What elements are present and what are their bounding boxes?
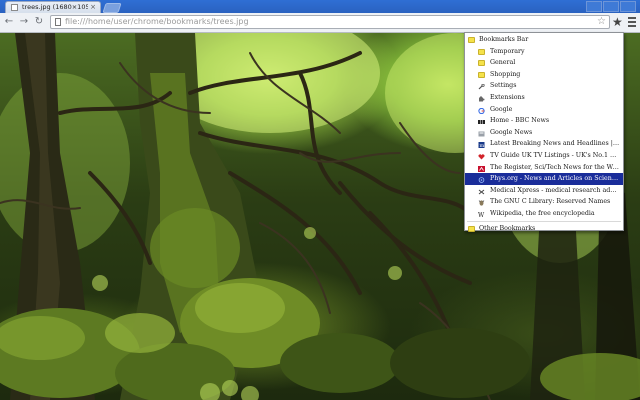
new-tab-button[interactable] <box>102 3 122 13</box>
bookmark-bbc-news[interactable]: Home - BBC News <box>465 115 623 127</box>
svg-text:m: m <box>480 143 485 148</box>
wikipedia-icon: W <box>478 211 485 219</box>
bookmark-google-news[interactable]: Google News <box>465 127 623 139</box>
tab-title: trees.jpg (1680×1050) <box>22 3 88 11</box>
reload-button[interactable]: ↻ <box>33 16 45 28</box>
bookmarks-menu: Bookmarks Bar Temporary General Shopping… <box>464 32 624 232</box>
bookmark-folder-general[interactable]: General <box>465 57 623 69</box>
page-favicon-icon <box>11 4 18 11</box>
folder-icon <box>478 60 485 67</box>
toolbar: ← → ↻ file:///home/user/chrome/bookmarks… <box>0 13 640 33</box>
phys-icon <box>478 176 485 183</box>
menu-icon[interactable] <box>628 17 636 27</box>
tab-strip: trees.jpg (1680×1050) × <box>0 0 640 13</box>
bbc-icon <box>478 118 485 125</box>
bookmark-extensions[interactable]: Extensions <box>465 92 623 104</box>
folder-icon <box>468 225 475 232</box>
tab-close-icon[interactable]: × <box>90 2 96 13</box>
medical-icon <box>478 188 485 195</box>
url-text[interactable]: file:///home/user/chrome/bookmarks/trees… <box>65 16 249 28</box>
address-bar[interactable]: file:///home/user/chrome/bookmarks/trees… <box>50 15 610 29</box>
maximize-button[interactable] <box>603 1 619 12</box>
folder-icon <box>478 48 485 55</box>
bookmark-folder-temporary[interactable]: Temporary <box>465 46 623 58</box>
google-icon <box>478 107 485 114</box>
bookmark-star-icon[interactable]: ☆ <box>597 16 606 28</box>
news-icon <box>478 130 485 137</box>
register-icon <box>478 165 485 172</box>
bookmarks-menu-star-icon[interactable]: ★ <box>612 16 623 28</box>
bookmark-wikipedia[interactable]: W Wikipedia, the free encyclopedia <box>465 208 623 220</box>
svg-text:W: W <box>478 212 485 218</box>
window-controls <box>586 1 636 12</box>
minimize-button[interactable] <box>586 1 602 12</box>
gnu-icon <box>478 199 485 206</box>
bookmarks-bar-folder[interactable]: Bookmarks Bar <box>465 34 623 46</box>
other-bookmarks-folder[interactable]: Other Bookmarks <box>465 223 623 235</box>
menu-separator <box>467 220 621 222</box>
wrench-icon <box>478 83 485 90</box>
bookmark-gnu-c-library[interactable]: The GNU C Library: Reserved Names <box>465 196 623 208</box>
folder-icon <box>468 37 475 43</box>
forward-button[interactable]: → <box>18 16 30 28</box>
folder-icon <box>478 71 485 78</box>
bookmark-google[interactable]: Google <box>465 104 623 116</box>
bookmark-medical-xpress[interactable]: Medical Xpress - medical research advanc… <box>465 185 623 197</box>
bookmark-the-register[interactable]: The Register, Sci/Tech News for the Worl… <box>465 162 623 174</box>
bookmark-phys-org[interactable]: Phys.org - News and Articles on Science … <box>465 173 623 185</box>
bookmark-folder-shopping[interactable]: Shopping <box>465 69 623 81</box>
puzzle-icon <box>478 95 485 102</box>
bookmark-tv-guide[interactable]: TV Guide UK TV Listings - UK's No.1 TV .… <box>465 150 623 162</box>
mail-icon: m <box>478 141 485 149</box>
tab-trees[interactable]: trees.jpg (1680×1050) × <box>5 1 101 13</box>
file-page-icon <box>55 18 61 26</box>
back-button[interactable]: ← <box>3 16 15 28</box>
close-window-button[interactable] <box>620 1 636 12</box>
bookmark-daily-mail[interactable]: m Latest Breaking News and Headlines | D… <box>465 138 623 150</box>
bookmark-settings[interactable]: Settings <box>465 80 623 92</box>
heart-icon <box>478 153 485 160</box>
